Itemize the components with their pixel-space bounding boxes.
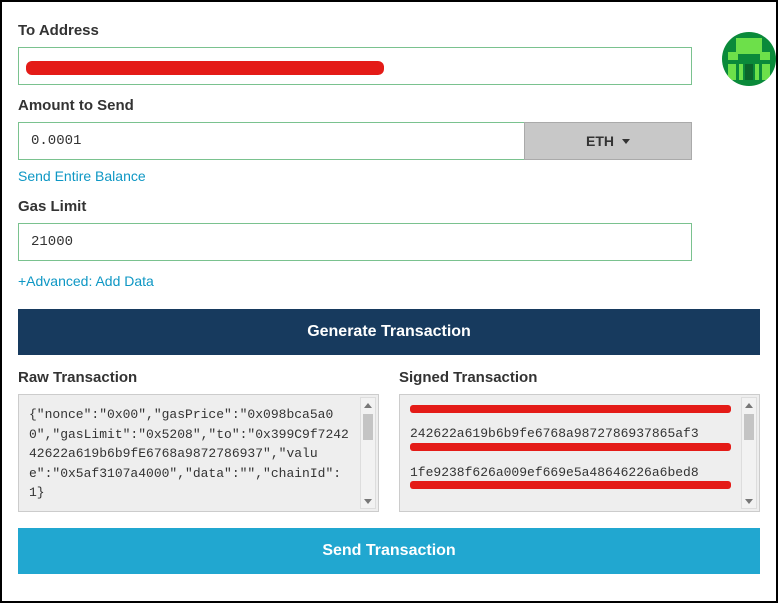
scroll-thumb[interactable] xyxy=(363,414,373,440)
scroll-down-icon[interactable] xyxy=(361,494,375,508)
raw-transaction-content: {"nonce":"0x00","gasPrice":"0x098bca5a00… xyxy=(29,407,349,500)
transaction-output-row: Raw Transaction {"nonce":"0x00","gasPric… xyxy=(18,369,760,512)
scroll-up-icon[interactable] xyxy=(361,398,375,412)
generate-transaction-button[interactable]: Generate Transaction xyxy=(18,309,760,355)
currency-label: ETH xyxy=(586,133,614,149)
scroll-up-icon[interactable] xyxy=(742,398,756,412)
transaction-form: To Address Amount to Send ETH Send Entir… xyxy=(0,0,778,603)
gas-limit-label: Gas Limit xyxy=(18,198,760,215)
raw-transaction-column: Raw Transaction {"nonce":"0x00","gasPric… xyxy=(18,369,379,512)
send-entire-balance-link[interactable]: Send Entire Balance xyxy=(18,168,146,184)
to-address-label: To Address xyxy=(18,22,760,39)
currency-dropdown[interactable]: ETH xyxy=(524,122,692,160)
redaction-mark xyxy=(410,443,731,451)
redaction-mark xyxy=(410,481,731,489)
avatar xyxy=(722,32,776,86)
advanced-link[interactable]: +Advanced: Add Data xyxy=(18,273,154,289)
chevron-down-icon xyxy=(622,139,630,144)
amount-label: Amount to Send xyxy=(18,97,760,114)
signed-transaction-label: Signed Transaction xyxy=(399,369,760,386)
raw-transaction-box[interactable]: {"nonce":"0x00","gasPrice":"0x098bca5a00… xyxy=(18,394,379,512)
amount-input[interactable] xyxy=(18,122,524,160)
send-transaction-button[interactable]: Send Transaction xyxy=(18,528,760,574)
to-address-input-wrap xyxy=(18,47,692,85)
amount-row: ETH xyxy=(18,122,692,160)
signed-transaction-box[interactable]: 242622a619b6b9fe6768a98727869378​65af3 1… xyxy=(399,394,760,512)
scrollbar[interactable] xyxy=(741,397,757,509)
raw-transaction-label: Raw Transaction xyxy=(18,369,379,386)
scroll-down-icon[interactable] xyxy=(742,494,756,508)
redaction-mark xyxy=(410,405,731,413)
scroll-thumb[interactable] xyxy=(744,414,754,440)
signed-transaction-column: Signed Transaction 242622a619b6b9fe6768a… xyxy=(399,369,760,512)
redaction-mark xyxy=(26,61,384,75)
signed-transaction-line-4: 1fe9238f626a009ef669e5a48646226a​6bed8 xyxy=(410,465,699,480)
scrollbar[interactable] xyxy=(360,397,376,509)
gas-limit-input[interactable] xyxy=(18,223,692,261)
signed-transaction-line-2: 242622a619b6b9fe6768a98727869378​65af3 xyxy=(410,426,699,441)
